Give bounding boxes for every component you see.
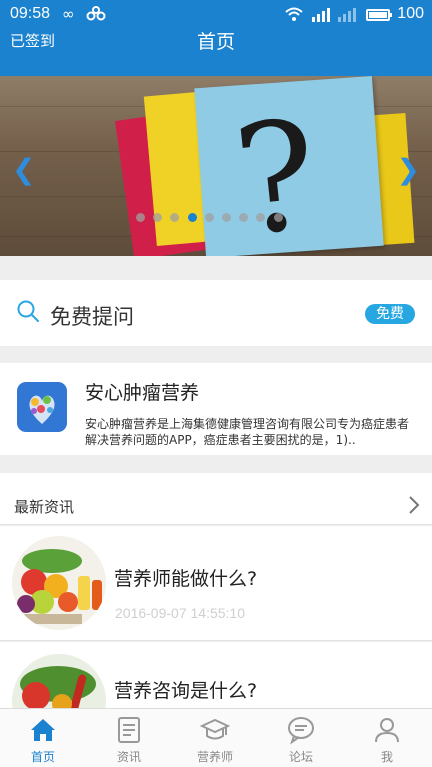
tab-label: 首页	[30, 750, 55, 764]
battery-level: 100	[397, 5, 424, 22]
banner-carousel[interactable]: ? ❮ ❯	[0, 76, 432, 256]
app-logo	[17, 382, 67, 432]
chevron-right-icon[interactable]: ❯	[397, 156, 420, 184]
chevron-right-icon	[408, 495, 420, 518]
tab-forum[interactable]: 论坛	[258, 709, 344, 767]
bottom-tab-bar: 首页 资讯 营养师 论坛 我	[0, 708, 432, 767]
tab-news[interactable]: 资讯	[86, 709, 172, 767]
chevron-left-icon[interactable]: ❮	[12, 156, 35, 184]
latest-news-header[interactable]: 最新资讯	[0, 473, 432, 525]
infinity-icon: ∞	[62, 5, 75, 23]
carousel-dot[interactable]	[239, 213, 249, 222]
carousel-dot[interactable]	[187, 213, 197, 222]
signal-weak-icon	[336, 6, 358, 25]
tab-me[interactable]: 我	[344, 709, 430, 767]
page-title: 首页	[196, 31, 235, 53]
news-title: 营养咨询是什么?	[114, 680, 258, 702]
app-intro-card[interactable]: 安心肿瘤营养 安心肿瘤营养是上海集德健康管理咨询有限公司专为癌症患者解决营养问题…	[0, 363, 432, 455]
sync-icon	[86, 6, 106, 25]
carousel-dot[interactable]	[170, 213, 180, 222]
tab-label: 我	[380, 750, 393, 764]
person-icon	[375, 718, 399, 743]
free-badge: 免费	[365, 304, 415, 324]
tab-label: 论坛	[288, 750, 313, 764]
question-mark-image: ?	[227, 88, 326, 256]
free-question-row[interactable]: 免费提问 免费	[0, 280, 432, 346]
carousel-dot[interactable]	[136, 213, 145, 222]
carousel-dot[interactable]	[153, 213, 163, 222]
tab-home[interactable]: 首页	[0, 709, 86, 767]
wifi-icon	[284, 6, 304, 25]
app-description: 安心肿瘤营养是上海集德健康管理咨询有限公司专为癌症患者解决营养问题的APP，癌症…	[85, 417, 410, 447]
news-date: 2016-09-07 14:55:10	[115, 605, 245, 621]
graduation-cap-icon	[200, 718, 230, 740]
tab-label: 营养师	[196, 750, 233, 764]
carousel-dot[interactable]	[222, 213, 231, 222]
top-bar: 09:58 ∞ 100 已签到 首页	[0, 0, 432, 76]
signal-4g-icon	[310, 6, 332, 25]
carousel-dots	[136, 213, 306, 223]
news-doc-icon	[118, 717, 140, 743]
status-bar: 09:58 ∞ 100	[0, 0, 432, 30]
free-question-label: 免费提问	[50, 305, 134, 329]
latest-news-title: 最新资讯	[14, 498, 75, 516]
chat-bubble-icon	[288, 717, 314, 745]
tab-label: 资讯	[116, 750, 141, 764]
news-item[interactable]: 营养咨询是什么?	[0, 642, 432, 708]
tab-dietitian[interactable]: 营养师	[172, 709, 258, 767]
news-thumbnail-fruits	[12, 536, 106, 630]
search-icon	[17, 300, 39, 322]
battery-icon	[366, 9, 392, 21]
carousel-dot[interactable]	[256, 213, 266, 222]
app-name: 安心肿瘤营养	[85, 382, 200, 404]
status-time: 09:58	[10, 5, 51, 22]
news-title: 营养师能做什么?	[114, 568, 258, 590]
carousel-dot[interactable]	[204, 213, 214, 222]
carousel-dot[interactable]	[273, 213, 283, 222]
news-thumbnail-vegetables	[12, 654, 106, 708]
news-item[interactable]: 营养师能做什么? 2016-09-07 14:55:10	[0, 526, 432, 641]
home-icon	[31, 719, 55, 741]
